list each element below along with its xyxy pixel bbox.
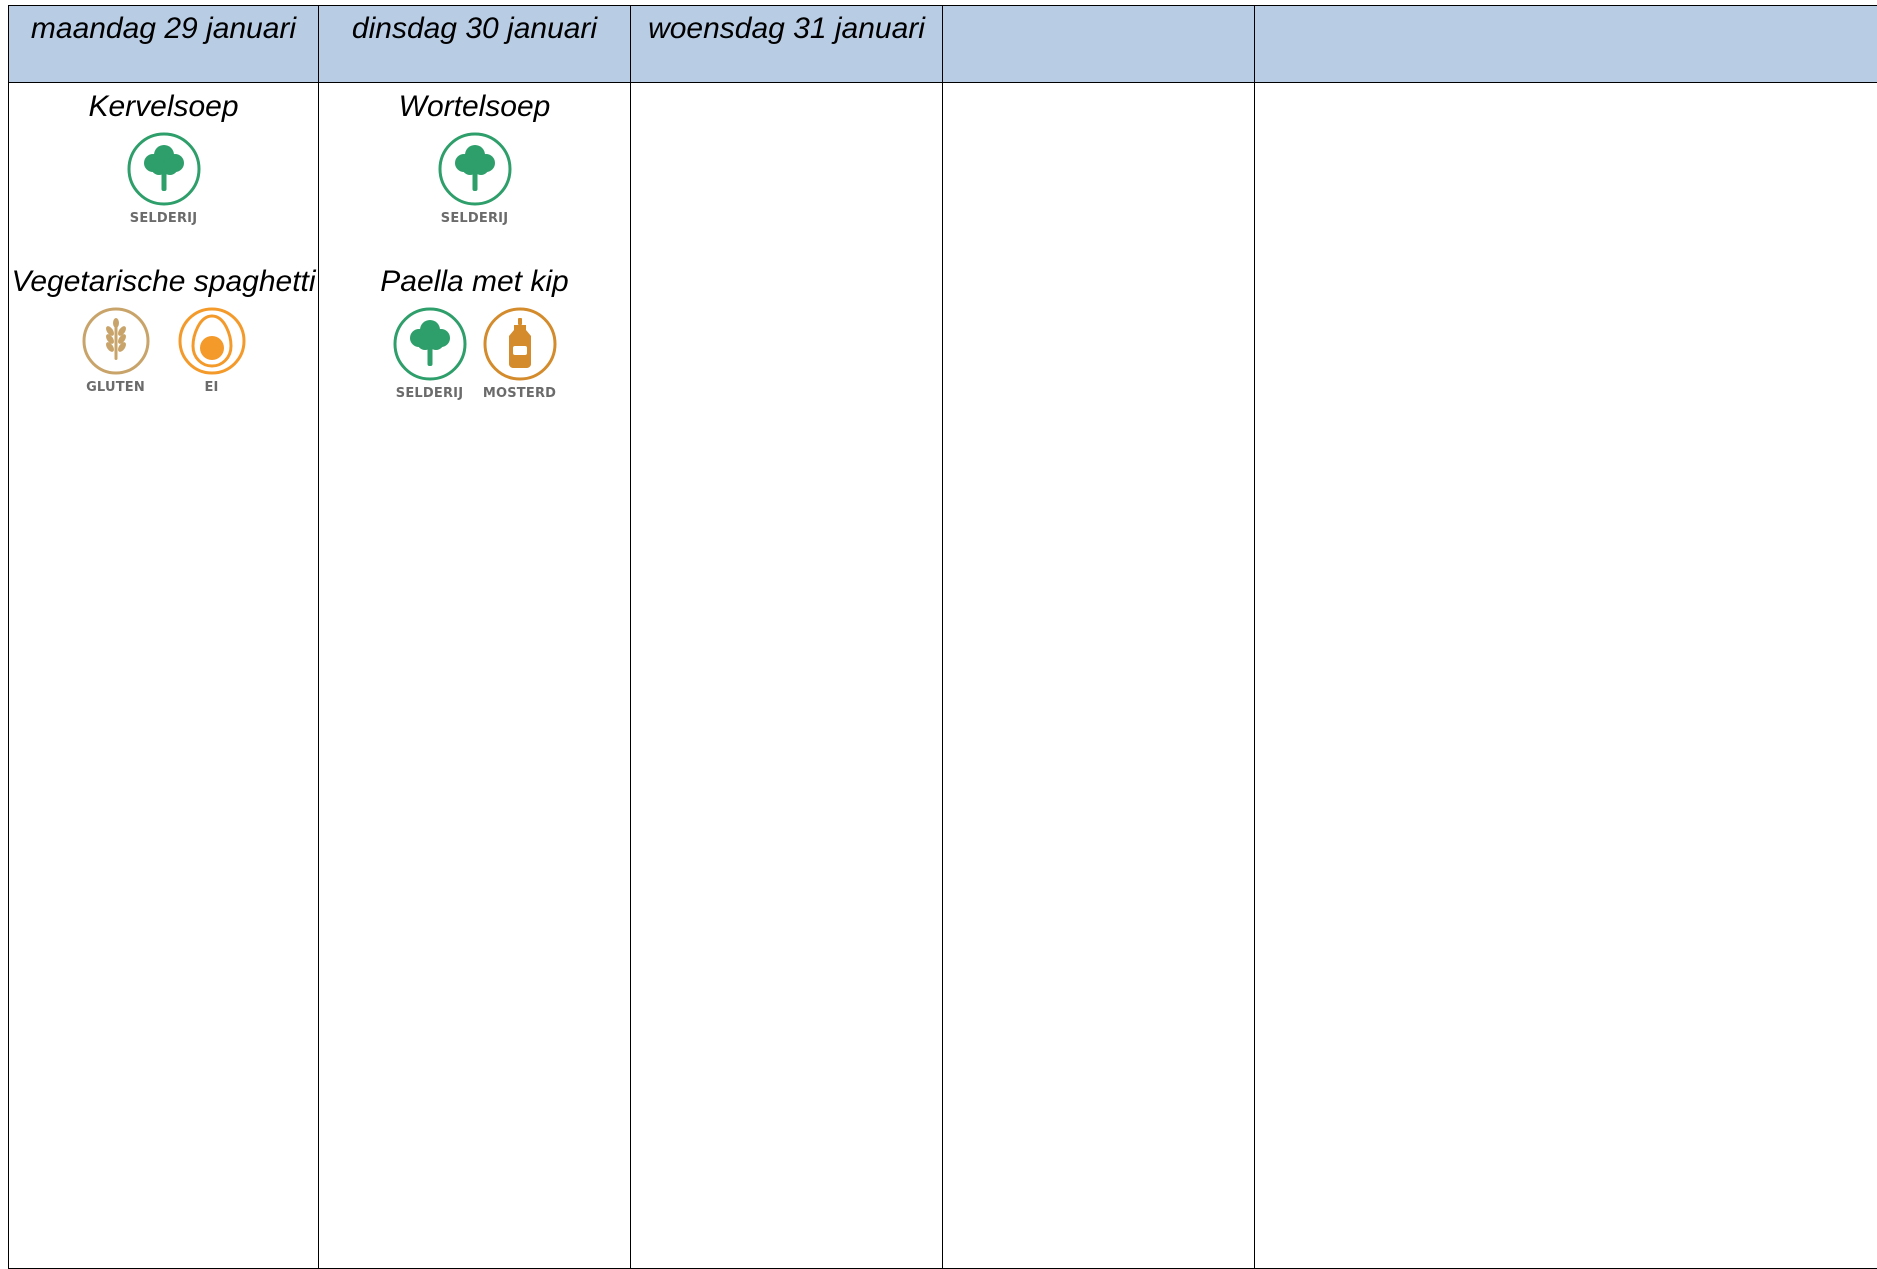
day-cell-thursday <box>942 82 1255 1269</box>
day-cell-monday: Kervelsoep SELDERIJ Vegetarische spaghet… <box>8 82 319 1269</box>
day-header-monday: maandag 29 januari <box>8 5 319 83</box>
day-cell-wednesday <box>630 82 943 1269</box>
dish-main: Paella met kip SELDERIJ MOSTERD <box>319 264 630 401</box>
allergen-celery: SELDERIJ <box>435 131 515 226</box>
allergen-label: SELDERIJ <box>440 211 509 226</box>
egg-icon <box>178 307 245 375</box>
allergen-celery: SELDERIJ <box>385 306 475 401</box>
dish-soup: Kervelsoep SELDERIJ <box>9 89 318 226</box>
allergen-label: SELDERIJ <box>129 211 198 226</box>
allergen-mustard: MOSTERD <box>475 306 565 401</box>
dish-name: Paella met kip <box>380 265 569 298</box>
dish-name: Wortelsoep <box>398 90 551 123</box>
day-header-wednesday: woensdag 31 januari <box>630 5 943 83</box>
allergen-list: SELDERIJ <box>9 131 318 226</box>
header-row: maandag 29 januari dinsdag 30 januari wo… <box>8 5 1877 83</box>
allergen-label: EI <box>204 380 219 395</box>
celery-icon <box>393 307 466 381</box>
dish-name: Vegetarische spaghetti <box>11 265 316 298</box>
allergen-gluten: GLUTEN <box>68 306 164 395</box>
day-header-thursday <box>942 5 1255 83</box>
dish-soup: Wortelsoep SELDERIJ <box>319 89 630 226</box>
day-header-friday <box>1254 5 1877 83</box>
dish-name: Kervelsoep <box>88 90 239 123</box>
day-cell-tuesday: Wortelsoep SELDERIJ Paella met kip SELDE… <box>318 82 631 1269</box>
dish-main: Vegetarische spaghetti GLUTEN EI <box>9 264 318 395</box>
celery-icon <box>438 132 511 206</box>
allergen-list: GLUTEN EI <box>9 306 318 395</box>
allergen-list: SELDERIJ <box>319 131 630 226</box>
allergen-label: GLUTEN <box>86 380 145 395</box>
allergen-label: MOSTERD <box>482 386 557 401</box>
allergen-celery: SELDERIJ <box>124 131 204 226</box>
day-header-tuesday: dinsdag 30 januari <box>318 5 631 83</box>
day-cell-friday <box>1254 82 1877 1269</box>
allergen-egg: EI <box>164 306 260 395</box>
allergen-label: SELDERIJ <box>395 386 464 401</box>
mustard-icon <box>483 307 556 381</box>
weekly-menu-table: maandag 29 januari dinsdag 30 januari wo… <box>8 5 1877 1269</box>
menu-row: Kervelsoep SELDERIJ Vegetarische spaghet… <box>8 82 1877 1269</box>
allergen-list: SELDERIJ MOSTERD <box>319 306 630 401</box>
celery-icon <box>127 132 200 206</box>
wheat-icon <box>82 307 149 375</box>
